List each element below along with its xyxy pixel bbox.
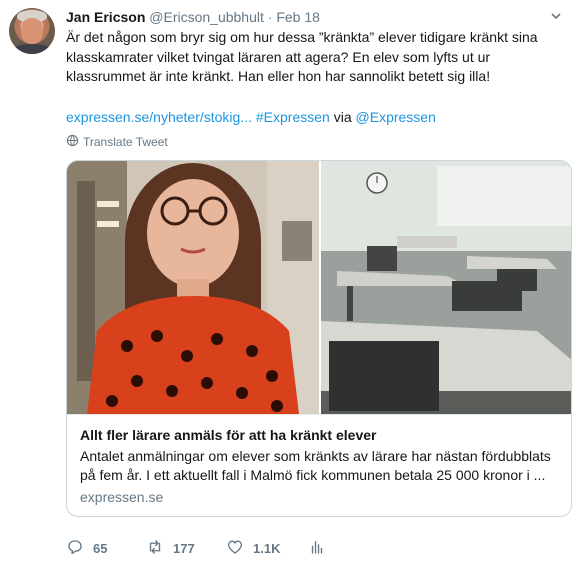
tweet-links: expressen.se/nyheter/stokig... #Expresse… bbox=[66, 108, 436, 127]
avatar-face bbox=[21, 18, 43, 44]
tweet-header: Jan Ericson @Ericson_ubbhult · Feb 18 bbox=[66, 9, 320, 26]
retweet-count: 177 bbox=[173, 541, 195, 556]
card-description: Antalet anmälningar om elever som kränkt… bbox=[80, 448, 551, 483]
analytics-icon bbox=[308, 538, 326, 559]
reply-count: 65 bbox=[93, 541, 108, 556]
mention-link[interactable]: @Expressen bbox=[356, 109, 436, 125]
tweet-date[interactable]: Feb 18 bbox=[276, 9, 320, 25]
header-separator: · bbox=[267, 9, 273, 25]
link-preview-card[interactable]: Allt fler lärare anmäls för att ha kränk… bbox=[66, 160, 572, 517]
card-body[interactable]: Allt fler lärare anmäls för att ha kränk… bbox=[67, 414, 571, 516]
like-count: 1.1K bbox=[253, 541, 281, 556]
card-image[interactable] bbox=[67, 161, 571, 414]
via-label: via bbox=[333, 109, 352, 125]
card-title: Allt fler lärare anmäls för att ha kränk… bbox=[80, 427, 377, 443]
translate-label: Translate Tweet bbox=[83, 135, 168, 149]
chevron-down-icon[interactable] bbox=[548, 10, 564, 24]
author-handle[interactable]: @Ericson_ubbhult bbox=[149, 9, 264, 25]
like-button[interactable]: 1.1K bbox=[226, 538, 280, 559]
card-domain: expressen.se bbox=[80, 489, 164, 505]
analytics-button[interactable] bbox=[308, 538, 326, 559]
reply-icon bbox=[66, 538, 84, 559]
globe-icon bbox=[66, 134, 79, 151]
reply-button[interactable]: 65 bbox=[66, 538, 107, 559]
article-link[interactable]: expressen.se/nyheter/stokig... bbox=[66, 109, 252, 125]
retweet-button[interactable]: 177 bbox=[146, 538, 195, 559]
avatar[interactable] bbox=[9, 8, 55, 54]
card-photo bbox=[67, 161, 571, 414]
tweet-text: Är det någon som bryr sig om hur dessa ”… bbox=[66, 29, 538, 84]
translate-tweet-button[interactable]: Translate Tweet bbox=[66, 134, 168, 151]
author-name[interactable]: Jan Ericson bbox=[66, 9, 145, 25]
retweet-icon bbox=[146, 538, 164, 559]
heart-icon bbox=[226, 538, 244, 559]
hashtag-link[interactable]: #Expressen bbox=[256, 109, 330, 125]
avatar-shirt bbox=[11, 44, 53, 54]
